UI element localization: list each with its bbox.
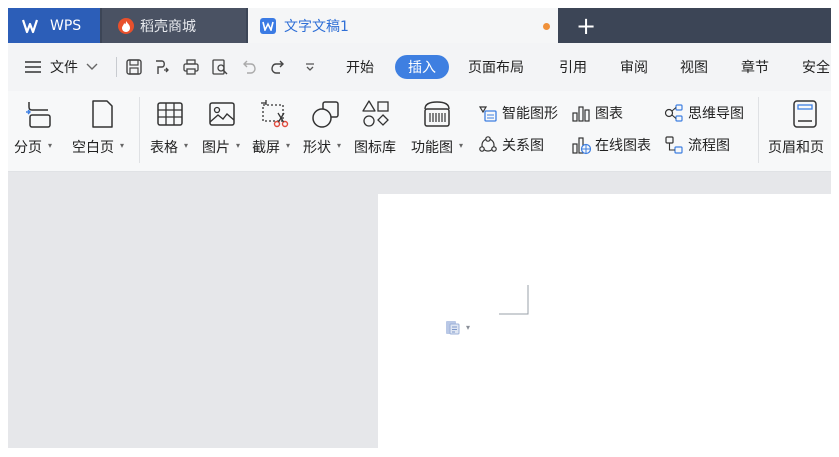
smart-art-icon [478, 106, 497, 122]
menu-item-insert[interactable]: 插入 [395, 55, 449, 79]
tab-wps-home[interactable]: WPS [8, 8, 100, 43]
menu-item-page-layout[interactable]: 页面布局 [468, 43, 524, 91]
paste-options-button[interactable]: ▾ [444, 318, 470, 336]
hamburger-icon [25, 61, 41, 73]
function-chart-button[interactable]: 功能图 ▾ [408, 91, 470, 171]
file-menu-label: 文件 [50, 60, 78, 76]
relation-chart-icon [479, 136, 497, 152]
picture-icon [209, 102, 235, 126]
menu-item-security[interactable]: 安全 [802, 43, 830, 91]
page-break-label: 分页 [14, 140, 42, 156]
unsaved-indicator [543, 23, 550, 30]
blank-page-label: 空白页 [72, 140, 114, 156]
flowchart-label: 流程图 [688, 138, 730, 154]
table-button[interactable]: 表格 ▾ [144, 91, 196, 171]
chevron-down-icon [86, 63, 98, 70]
blank-page-button[interactable]: 空白页 ▾ [66, 91, 132, 171]
print-preview-icon[interactable] [211, 58, 229, 76]
dropdown-arrow-icon: ▾ [466, 322, 471, 332]
icon-library-button[interactable]: 图标库 [352, 91, 404, 171]
header-footer-icon [793, 100, 817, 128]
undo-icon[interactable] [240, 58, 258, 76]
menu-separator [116, 57, 117, 77]
flowchart-icon [665, 136, 683, 154]
shape-icon [312, 101, 339, 128]
menu-item-review[interactable]: 审阅 [620, 43, 648, 91]
icon-library-icon [362, 100, 389, 127]
document-workspace[interactable]: ▾ [8, 172, 831, 448]
screenshot-button[interactable]: 截屏 ▾ [248, 91, 300, 171]
margin-corner-marker [499, 285, 529, 315]
icon-library-label: 图标库 [354, 140, 396, 156]
picture-button[interactable]: 图片 ▾ [196, 91, 248, 171]
dropdown-arrow-icon: ▾ [286, 141, 291, 150]
dropdown-arrow-icon: ▾ [48, 141, 53, 150]
mind-map-label: 思维导图 [688, 106, 744, 122]
tab-docer-label: 稻壳商城 [140, 18, 196, 35]
screenshot-label: 截屏 [252, 140, 280, 156]
dropdown-arrow-icon: ▾ [337, 141, 342, 150]
insert-ribbon: 分页 ▾ 空白页 ▾ 表格 ▾ 图片 ▾ 截屏 ▾ 形状 ▾ 图标库 功能图 ▾… [8, 91, 831, 172]
document-page[interactable]: ▾ [378, 194, 831, 448]
chart-button[interactable]: 图表 [571, 101, 623, 125]
smart-art-label: 智能图形 [502, 106, 558, 122]
file-menu-button[interactable]: 文件 [24, 43, 98, 91]
dropdown-arrow-icon: ▾ [120, 141, 125, 150]
blank-page-icon [92, 100, 113, 128]
mind-map-button[interactable]: 思维导图 [664, 101, 744, 125]
header-footer-button[interactable]: 页眉和页 [764, 91, 831, 171]
online-chart-label: 在线图表 [595, 138, 651, 154]
tab-document-label: 文字文稿1 [284, 18, 349, 35]
new-tab-button[interactable]: + [574, 8, 598, 43]
tab-wps-label: WPS [50, 17, 82, 34]
dropdown-arrow-icon: ▾ [459, 141, 464, 150]
tab-document[interactable]: 文字文稿1 [248, 8, 558, 43]
tab-docer-store[interactable]: 稻壳商城 [102, 8, 246, 43]
redo-icon[interactable] [269, 58, 287, 76]
screenshot-scissors-icon [261, 100, 289, 128]
online-chart-button[interactable]: 在线图表 [571, 133, 651, 157]
chart-label: 图表 [595, 106, 623, 122]
quick-access-more-icon[interactable] [301, 58, 319, 76]
menu-item-view[interactable]: 视图 [680, 43, 708, 91]
tab-bar: WPS 稻壳商城 文字文稿1 + [8, 8, 831, 43]
shape-label: 形状 [303, 140, 331, 156]
export-pdf-icon[interactable] [153, 58, 171, 76]
function-chart-label: 功能图 [411, 140, 453, 156]
dropdown-arrow-icon: ▾ [184, 141, 189, 150]
ribbon-separator [139, 97, 140, 163]
flowchart-button[interactable]: 流程图 [664, 133, 730, 157]
header-footer-label: 页眉和页 [768, 140, 824, 156]
menu-item-references[interactable]: 引用 [559, 43, 587, 91]
relation-chart-label: 关系图 [502, 138, 544, 154]
table-label: 表格 [150, 140, 178, 156]
page-break-icon [26, 102, 51, 128]
menu-bar: 文件 开始 插入 页面布局 引用 审阅 视图 章节 安全 [8, 43, 831, 91]
menu-item-sections[interactable]: 章节 [741, 43, 769, 91]
wps-window: WPS 稻壳商城 文字文稿1 + 文件 开始 插入 页面布局 引用 审阅 视图 … [8, 8, 831, 448]
mind-map-icon [664, 104, 683, 122]
page-break-button[interactable]: 分页 ▾ [8, 91, 66, 171]
chart-icon [572, 106, 590, 122]
save-icon[interactable] [125, 58, 143, 76]
ribbon-separator [758, 97, 759, 163]
table-icon [157, 102, 183, 126]
dropdown-arrow-icon: ▾ [236, 141, 241, 150]
menu-item-start[interactable]: 开始 [346, 43, 374, 91]
picture-label: 图片 [202, 140, 230, 156]
function-chart-icon [424, 101, 450, 127]
writer-doc-icon [260, 17, 276, 34]
paste-options-icon [446, 321, 460, 335]
relation-chart-button[interactable]: 关系图 [478, 133, 544, 157]
smart-art-button[interactable]: 智能图形 [478, 101, 558, 125]
online-chart-icon [572, 137, 591, 155]
wps-logo-icon [22, 19, 39, 33]
shape-button[interactable]: 形状 ▾ [300, 91, 352, 171]
flame-icon [118, 17, 134, 34]
print-icon[interactable] [182, 58, 200, 76]
